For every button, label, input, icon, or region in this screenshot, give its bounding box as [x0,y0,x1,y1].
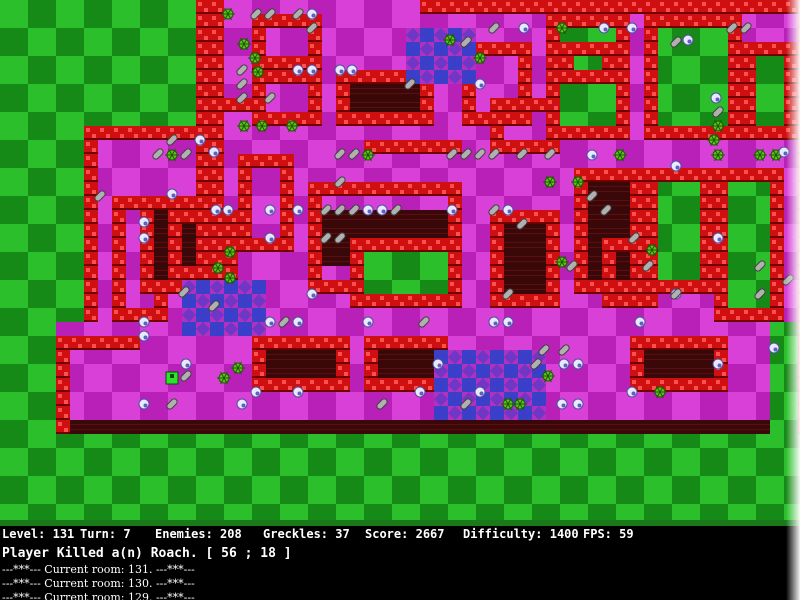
white-orb-icon [682,34,694,46]
white-orb-icon [138,398,150,410]
white-orb-icon [598,22,610,34]
stat-enemies: Enemies: 208 [155,527,242,541]
white-orb-icon [474,78,486,90]
game-window: Level: 131 Turn: 7 Enemies: 208 Greckles… [0,0,800,600]
white-orb-icon [138,216,150,228]
white-orb-icon [210,204,222,216]
white-orb-icon [306,8,318,20]
white-orb-icon [208,146,220,158]
white-orb-icon [710,92,722,104]
white-orb-icon [502,204,514,216]
white-orb-icon [362,204,374,216]
white-orb-icon [670,160,682,172]
white-orb-icon [572,358,584,370]
white-orb-icon [166,188,178,200]
white-orb-icon [236,398,248,410]
log-line: ---***--- Current room: 131. ---***--- [2,563,195,576]
greckles-value: 37 [335,527,350,541]
white-orb-icon [712,358,724,370]
dungeon-map[interactable] [0,0,800,526]
white-orb-icon [778,146,790,158]
white-orb-icon [474,386,486,398]
room-log: ---***--- Current room: 131. ---***--- -… [2,563,195,600]
log-line: ---***--- Current room: 129. ---***--- [2,591,195,600]
white-orb-icon [634,316,646,328]
white-orb-icon [346,64,358,76]
white-orb-icon [626,22,638,34]
stat-fps: FPS: 59 [583,527,634,541]
white-orb-icon [432,358,444,370]
white-orb-icon [264,232,276,244]
white-orb-icon [446,204,458,216]
score-value: 2667 [415,527,445,541]
white-orb-icon [502,316,514,328]
white-orb-icon [292,64,304,76]
white-orb-icon [712,232,724,244]
white-orb-icon [572,398,584,410]
white-orb-icon [264,204,276,216]
white-orb-icon [414,386,426,398]
fps-value: 59 [619,527,634,541]
white-orb-icon [264,316,276,328]
white-orb-icon [180,358,192,370]
white-orb-icon [768,342,780,354]
green-player-icon [165,371,179,385]
white-orb-icon [222,204,234,216]
white-orb-icon [292,204,304,216]
white-orb-icon [488,316,500,328]
white-orb-icon [138,232,150,244]
white-orb-icon [586,149,598,161]
white-orb-icon [250,386,262,398]
stat-score: Score: 2667 [365,527,445,541]
white-orb-icon [626,386,638,398]
log-line: ---***--- Current room: 130. ---***--- [2,577,195,590]
white-orb-icon [306,64,318,76]
event-message: Player Killed a(n) Roach. [ 56 ; 18 ] [2,546,292,561]
level-value: 131 [52,527,75,541]
white-orb-icon [138,330,150,342]
stat-greckles: Greckles: 37 [263,527,350,541]
white-orb-icon [518,22,530,34]
stat-difficulty: Difficulty: 1400 [463,527,579,541]
difficulty-value: 1400 [549,527,579,541]
white-orb-icon [362,316,374,328]
white-orb-icon [292,316,304,328]
enemies-value: 208 [220,527,242,541]
status-bar: Level: 131 Turn: 7 Enemies: 208 Greckles… [0,527,800,545]
hud-panel: Level: 131 Turn: 7 Enemies: 208 Greckles… [0,526,800,600]
stat-turn: Turn: 7 [80,527,131,541]
white-orb-icon [556,398,568,410]
white-orb-icon [292,386,304,398]
stat-level: Level: 131 [2,527,75,541]
white-orb-icon [334,64,346,76]
white-orb-icon [306,288,318,300]
white-orb-icon [558,358,570,370]
tile-layer [0,0,800,526]
white-orb-icon [138,316,150,328]
white-orb-icon [376,204,388,216]
white-orb-icon [194,134,206,146]
turn-value: 7 [123,527,131,541]
dungeon-viewport[interactable] [0,0,800,526]
